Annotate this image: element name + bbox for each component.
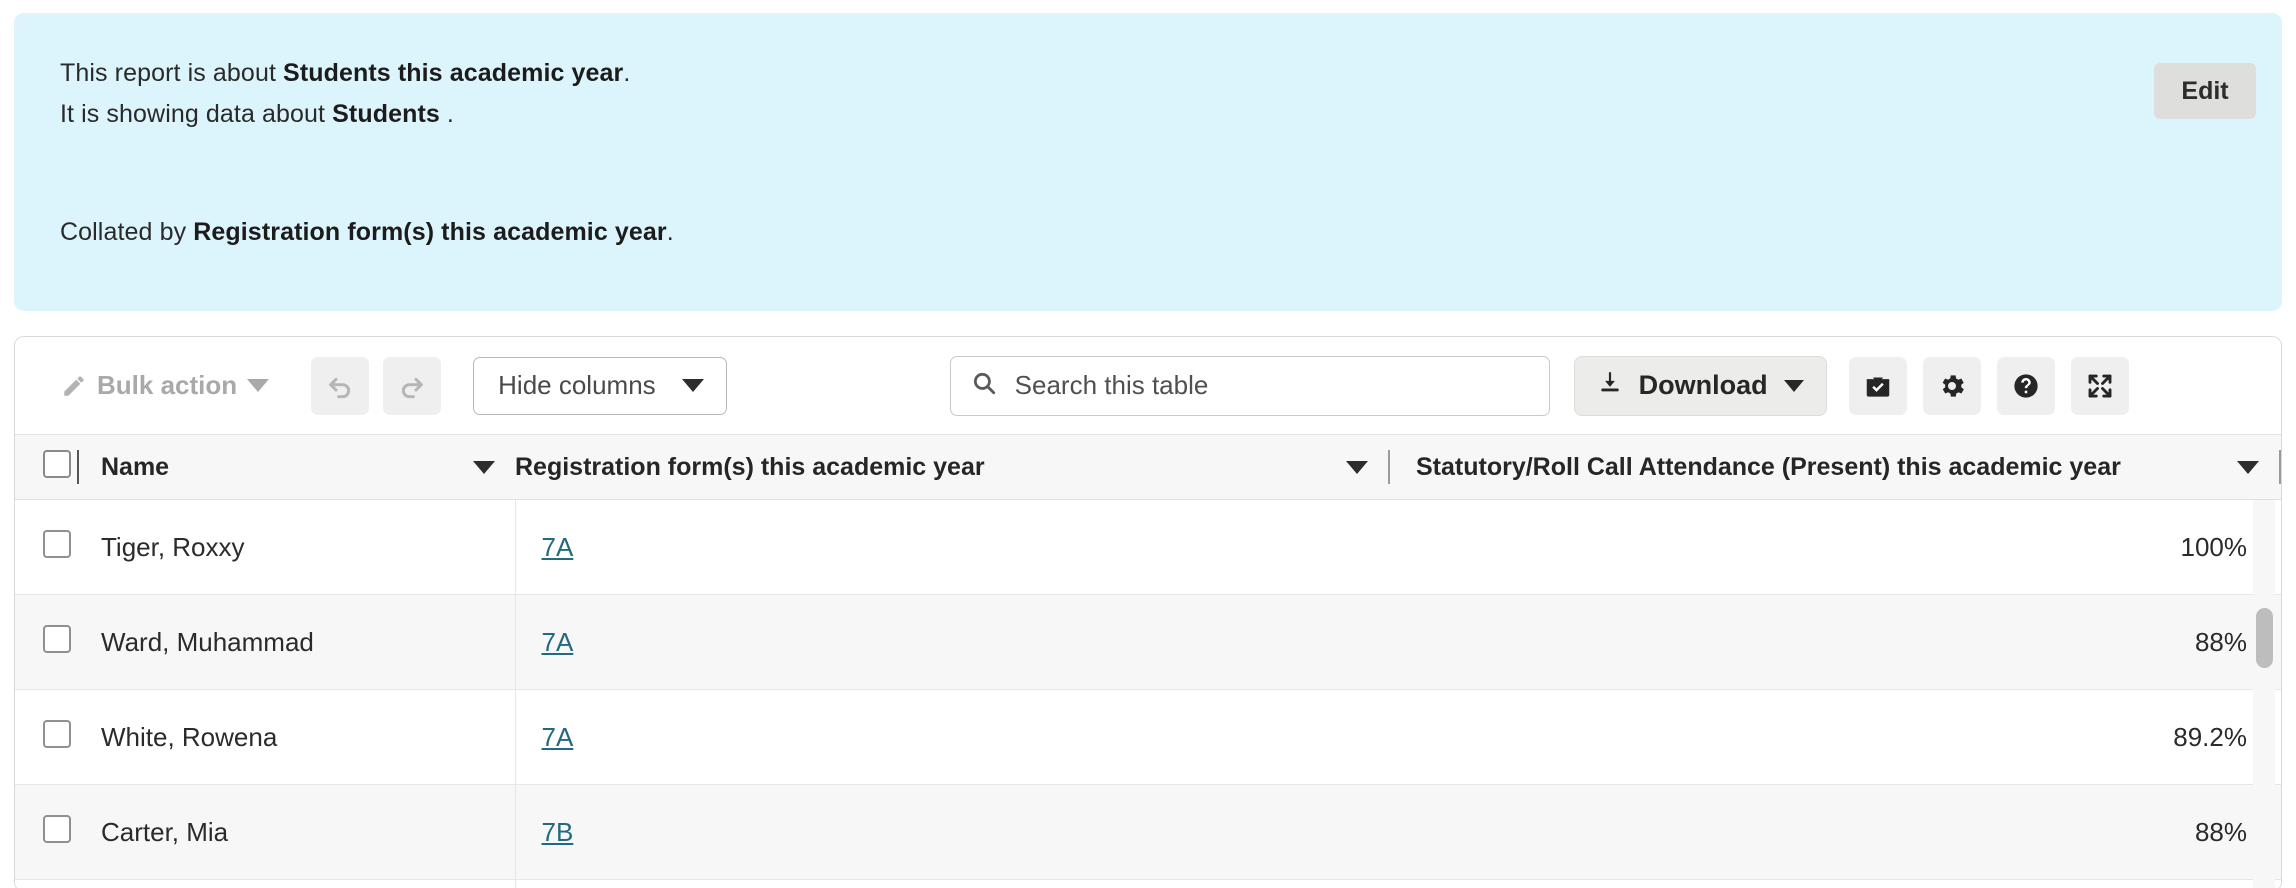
cell-registration-form: 7A	[515, 690, 1390, 785]
cell-attendance: 88%	[1390, 785, 2281, 880]
cell-name: Cox, Joshua	[75, 880, 515, 888]
cell-attendance: 89.2%	[1390, 690, 2281, 785]
search-input[interactable]	[1013, 369, 1531, 402]
table-header: Name Registration form(s) this academic …	[15, 435, 2281, 500]
hide-columns-label: Hide columns	[498, 370, 656, 401]
cell-name: Tiger, Roxxy	[75, 500, 515, 595]
registration-form-link[interactable]: 7A	[542, 627, 574, 657]
table-header-row: Name Registration form(s) this academic …	[15, 435, 2281, 500]
report-data-prefix: It is showing data about	[60, 100, 332, 128]
table-row[interactable]: Tiger, Roxxy 7A 100%	[15, 500, 2281, 595]
column-divider	[2279, 450, 2281, 484]
report-data-strong: Students	[332, 100, 440, 128]
edit-button-label: Edit	[2181, 77, 2228, 106]
column-header-registration-form[interactable]: Registration form(s) this academic year	[515, 435, 1390, 500]
search-icon	[971, 370, 997, 401]
row-select-cell	[15, 500, 75, 595]
vertical-scrollbar[interactable]	[2253, 500, 2275, 888]
row-checkbox[interactable]	[43, 625, 71, 653]
download-button[interactable]: Download	[1574, 356, 1827, 416]
row-checkbox[interactable]	[43, 815, 71, 843]
redo-button[interactable]	[383, 357, 441, 415]
select-all-header	[15, 435, 75, 500]
expand-arrows-icon	[2085, 371, 2115, 401]
row-checkbox[interactable]	[43, 530, 71, 558]
scrollbar-thumb[interactable]	[2256, 608, 2273, 668]
settings-button[interactable]	[1923, 357, 1981, 415]
toolbar-icon-group	[1849, 357, 2129, 415]
chevron-down-icon[interactable]	[1346, 461, 1368, 474]
table-body: Tiger, Roxxy 7A 100% Ward, Muhammad 7A 8…	[15, 500, 2281, 888]
redo-icon	[396, 370, 428, 402]
chevron-down-icon[interactable]	[2237, 461, 2259, 474]
report-collated-prefix: Collated by	[60, 218, 193, 246]
registration-form-link[interactable]: 7B	[542, 817, 574, 847]
row-select-cell	[15, 880, 75, 888]
report-data-line: It is showing data about Students .	[60, 94, 2236, 135]
table-toolbar: Bulk action	[15, 337, 2281, 434]
report-page: This report is about Students this acade…	[0, 0, 2296, 888]
report-info-banner: This report is about Students this acade…	[14, 13, 2282, 311]
table-row[interactable]: White, Rowena 7A 89.2%	[15, 690, 2281, 785]
pencil-icon	[61, 373, 87, 399]
row-select-cell	[15, 785, 75, 880]
column-header-label: Registration form(s) this academic year	[515, 453, 1346, 482]
cell-registration-form: 7B	[515, 880, 1390, 888]
report-collated-line: Collated by Registration form(s) this ac…	[60, 212, 2236, 253]
select-mode-button[interactable]	[1849, 357, 1907, 415]
chevron-down-icon[interactable]	[473, 461, 495, 474]
download-label: Download	[1639, 370, 1768, 401]
column-header-name[interactable]: Name	[75, 435, 515, 500]
table-search[interactable]	[950, 356, 1550, 416]
report-subject-strong: Students this academic year	[283, 59, 623, 87]
undo-icon	[324, 370, 356, 402]
report-subject-suffix: .	[623, 59, 630, 87]
report-subject-prefix: This report is about	[60, 59, 283, 87]
bulk-action-menu[interactable]: Bulk action	[61, 370, 269, 401]
help-button[interactable]	[1997, 357, 2055, 415]
question-circle-icon	[2011, 371, 2041, 401]
table-row[interactable]: Carter, Mia 7B 88%	[15, 785, 2281, 880]
edit-button[interactable]: Edit	[2154, 63, 2256, 119]
report-subject-line: This report is about Students this acade…	[60, 53, 2236, 94]
cell-name: White, Rowena	[75, 690, 515, 785]
cell-name: Ward, Muhammad	[75, 595, 515, 690]
row-select-cell	[15, 595, 75, 690]
row-select-cell	[15, 690, 75, 785]
chevron-down-icon	[1784, 380, 1804, 392]
chevron-down-icon	[247, 379, 269, 392]
chevron-down-icon	[682, 379, 704, 392]
table-row[interactable]: Ward, Muhammad 7A 88%	[15, 595, 2281, 690]
table-card: Bulk action	[14, 336, 2282, 888]
select-all-checkbox[interactable]	[43, 450, 71, 478]
table-row[interactable]: Cox, Joshua 7B 85.8%	[15, 880, 2281, 888]
hide-columns-dropdown[interactable]: Hide columns	[473, 357, 727, 415]
report-data-suffix: .	[440, 100, 454, 128]
report-collated-suffix: .	[667, 218, 674, 246]
column-header-label: Name	[101, 453, 473, 482]
column-divider	[77, 450, 79, 484]
fullscreen-button[interactable]	[2071, 357, 2129, 415]
gear-icon	[1937, 371, 1967, 401]
bulk-action-label: Bulk action	[97, 370, 237, 401]
cell-registration-form: 7A	[515, 500, 1390, 595]
undo-button[interactable]	[311, 357, 369, 415]
column-header-attendance[interactable]: Statutory/Roll Call Attendance (Present)…	[1390, 435, 2281, 500]
registration-form-link[interactable]: 7A	[542, 532, 574, 562]
row-checkbox[interactable]	[43, 720, 71, 748]
checked-box-icon	[1863, 371, 1893, 401]
cell-attendance: 88%	[1390, 595, 2281, 690]
cell-attendance: 100%	[1390, 500, 2281, 595]
report-collated-strong: Registration form(s) this academic year	[193, 218, 667, 246]
cell-attendance: 85.8%	[1390, 880, 2281, 888]
students-table: Name Registration form(s) this academic …	[15, 435, 2281, 888]
cell-registration-form: 7A	[515, 595, 1390, 690]
column-header-label: Statutory/Roll Call Attendance (Present)…	[1416, 453, 2237, 482]
download-icon	[1597, 369, 1623, 402]
cell-name: Carter, Mia	[75, 785, 515, 880]
table-scroll-area: Name Registration form(s) this academic …	[15, 434, 2281, 888]
registration-form-link[interactable]: 7A	[542, 722, 574, 752]
cell-registration-form: 7B	[515, 785, 1390, 880]
